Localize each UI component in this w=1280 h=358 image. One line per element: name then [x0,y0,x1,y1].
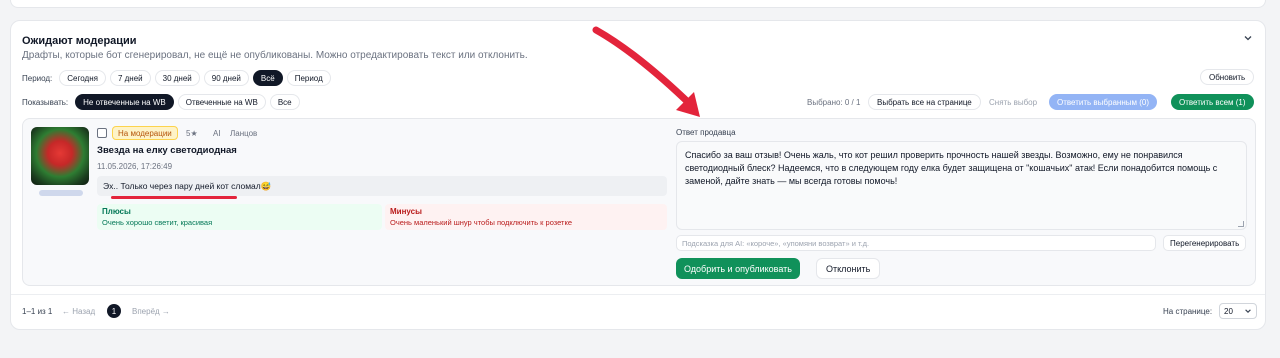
review-item: На модерации 5★ AI Ланцов Звезда на елку… [22,118,1256,286]
answer-label: Ответ продавца [676,128,736,137]
annotation-underline [111,196,237,199]
period-30-days[interactable]: 30 дней [154,70,200,86]
pros-box: Плюсы Очень хорошо светит, красивая [97,204,382,230]
period-custom[interactable]: Период [286,70,331,86]
show-filter: Показывать: Не отвеченные на WB Отвеченн… [22,94,300,110]
period-today[interactable]: Сегодня [59,70,106,86]
selected-count: Выбрано: 0 / 1 [807,98,861,107]
chevron-down-icon [1245,309,1251,313]
refresh-button[interactable]: Обновить [1200,69,1255,85]
answer-textarea[interactable]: Спасибо за ваш отзыв! Очень жаль, что ко… [676,141,1247,230]
reply-selected-button[interactable]: Ответить выбранным (0) [1049,94,1157,110]
review-text: Эх.. Только через пару дней кот сломал😅 [97,176,667,196]
review-text-content: Эх.. Только через пару дней кот сломал😅 [103,180,272,191]
rating: 5★ [186,129,198,138]
pagination-range: 1–1 из 1 [22,307,53,316]
thumbnail-caption-placeholder [39,190,83,196]
cons-box: Минусы Очень маленький шнур чтобы подклю… [385,204,667,230]
review-date: 11.05.2026, 17:26:49 [97,162,173,171]
section-title: Ожидают модерации [22,35,137,47]
next-page-button[interactable]: Вперёд → [132,307,170,316]
show-all[interactable]: Все [269,94,300,110]
annotation-arrow [592,26,700,117]
regenerate-button[interactable]: Перегенерировать [1163,235,1247,251]
resize-handle-icon[interactable] [1238,221,1244,227]
chevron-down-icon[interactable] [1241,31,1255,45]
current-page[interactable]: 1 [107,304,121,318]
clear-selection-button[interactable]: Снять выбор [981,94,1045,110]
answer-text: Спасибо за ваш отзыв! Очень жаль, что ко… [685,150,1218,186]
prev-page-button[interactable]: ← Назад [62,307,95,316]
product-name: Звезда на елку светодиодная [97,145,237,156]
review-author: Ланцов [230,129,258,138]
show-answered[interactable]: Отвеченные на WB [177,94,266,110]
per-page-value: 20 [1224,306,1233,316]
show-label: Показывать: [22,97,69,107]
period-filter: Период: Сегодня 7 дней 30 дней 90 дней В… [22,70,331,86]
period-7-days[interactable]: 7 дней [109,70,151,86]
period-label: Период: [22,73,53,83]
reply-all-button[interactable]: Ответить всем (1) [1171,94,1254,110]
status-badge: На модерации [112,126,178,140]
period-90-days[interactable]: 90 дней [203,70,249,86]
show-unanswered[interactable]: Не отвеченные на WB [75,94,174,110]
previous-card-edge [10,0,1266,8]
per-page-label: На странице: [1163,307,1213,316]
review-checkbox[interactable] [97,128,107,138]
reject-button[interactable]: Отклонить [816,258,881,279]
ai-tag: AI [213,129,221,138]
cons-text: Очень маленький шнур чтобы подключить к … [390,218,573,227]
select-all-button[interactable]: Выбрать все на странице [868,94,981,110]
ai-hint-input[interactable]: Подсказка для AI: «короче», «упомяни воз… [676,235,1156,251]
pros-title: Плюсы [102,207,131,216]
pros-text: Очень хорошо светит, красивая [102,218,213,227]
cons-title: Минусы [390,207,422,216]
period-all[interactable]: Всё [252,70,283,86]
per-page-select[interactable]: 20 [1219,303,1257,319]
section-subtitle: Драфты, которые бот сгенерировал, не ещё… [22,50,528,61]
approve-publish-button[interactable]: Одобрить и опубликовать [676,258,800,279]
pagination-bar: 1–1 из 1 ← Назад 1 Вперёд → На странице:… [11,294,1265,331]
product-thumbnail [31,127,89,185]
